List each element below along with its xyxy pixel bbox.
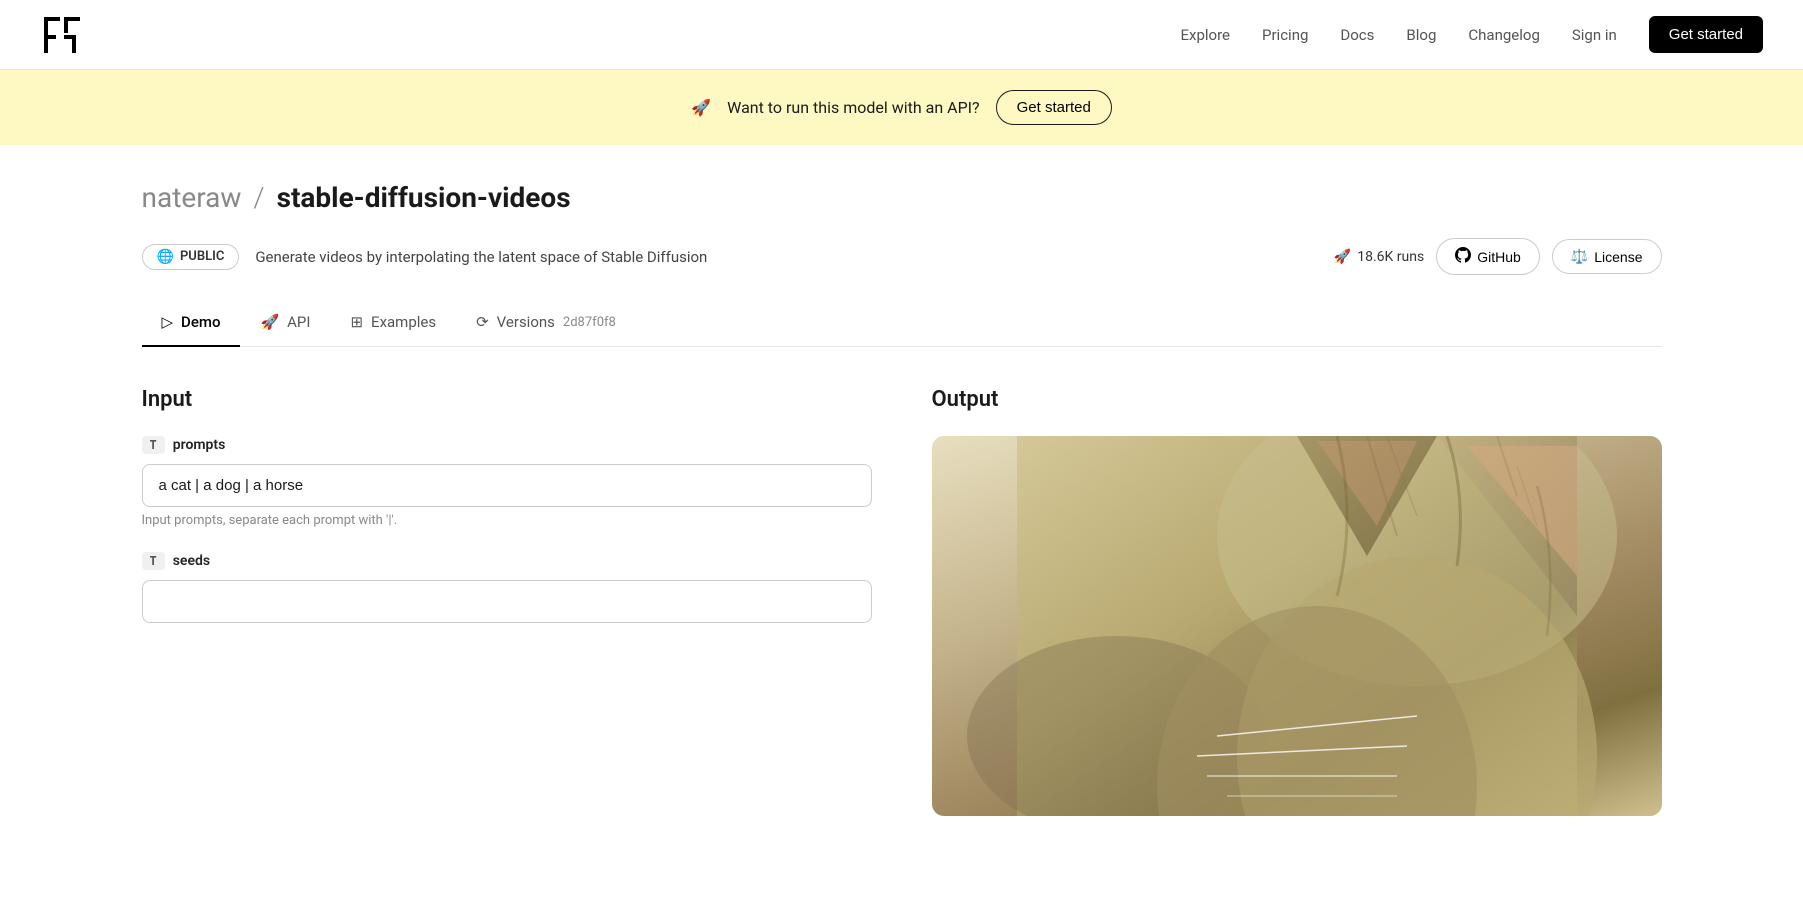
play-icon: ▷ [162,313,174,331]
scale-icon: ⚖️ [1571,248,1588,265]
api-banner: 🚀 Want to run this model with an API? Ge… [0,70,1803,145]
seeds-input[interactable] [142,580,872,623]
seeds-field-name: seeds [173,553,210,569]
output-column: Output [932,387,1662,816]
prompts-label-row: T prompts [142,436,872,454]
nav-links: Explore Pricing Docs Blog Changelog Sign… [1181,16,1764,53]
tab-demo[interactable]: ▷ Demo [142,299,241,347]
logo[interactable] [40,13,84,57]
license-button[interactable]: ⚖️ License [1552,239,1662,274]
content-area: Input T prompts Input prompts, separate … [142,347,1662,856]
runs-label: 18.6K runs [1357,249,1424,265]
model-meta: 🌐 PUBLIC Generate videos by interpolatin… [142,230,1662,299]
tab-examples[interactable]: ⊞ Examples [330,299,456,347]
main-content: nateraw / stable-diffusion-videos 🌐 PUBL… [102,145,1702,856]
rocket-icon: 🚀 [1334,249,1351,265]
github-button[interactable]: GitHub [1436,238,1540,275]
nav-pricing[interactable]: Pricing [1262,26,1308,44]
input-column: Input T prompts Input prompts, separate … [142,387,872,816]
tab-examples-label: Examples [371,313,436,331]
banner-get-started-button[interactable]: Get started [996,90,1112,125]
nav-get-started-button[interactable]: Get started [1649,16,1763,53]
api-icon: 🚀 [260,313,279,331]
github-icon [1455,247,1471,266]
grid-icon: ⊞ [350,313,363,331]
tab-versions-label: Versions [497,313,555,331]
navbar: Explore Pricing Docs Blog Changelog Sign… [0,0,1803,70]
runs-count: 🚀 18.6K runs [1334,249,1424,265]
tab-api[interactable]: 🚀 API [240,299,330,347]
output-title: Output [932,387,1662,412]
nav-explore[interactable]: Explore [1181,26,1231,44]
globe-icon: 🌐 [157,249,174,265]
clock-icon: ⟳ [476,313,489,331]
visibility-label: PUBLIC [180,249,224,264]
model-description: Generate videos by interpolating the lat… [255,248,707,266]
output-image-container [932,436,1662,816]
nav-signin[interactable]: Sign in [1572,26,1617,44]
nav-blog[interactable]: Blog [1406,26,1436,44]
banner-emoji: 🚀 [691,98,711,117]
seeds-type-badge: T [142,552,165,570]
seeds-label-row: T seeds [142,552,872,570]
tab-demo-label: Demo [181,313,220,331]
breadcrumb-separator: / [253,181,264,214]
input-title: Input [142,387,872,412]
tab-api-label: API [287,313,310,331]
tab-versions[interactable]: ⟳ Versions 2d87f0f8 [456,299,636,347]
seeds-field: T seeds [142,552,872,623]
breadcrumb: nateraw / stable-diffusion-videos [142,145,1662,230]
banner-text: Want to run this model with an API? [727,98,979,117]
github-label: GitHub [1477,249,1521,265]
model-meta-left: 🌐 PUBLIC Generate videos by interpolatin… [142,244,708,270]
prompts-hint: Input prompts, separate each prompt with… [142,513,872,528]
nav-docs[interactable]: Docs [1340,26,1374,44]
tabs: ▷ Demo 🚀 API ⊞ Examples ⟳ Versions 2d87f… [142,299,1662,347]
visibility-badge: 🌐 PUBLIC [142,244,240,270]
cat-output-image [932,436,1662,816]
model-meta-right: 🚀 18.6K runs GitHub ⚖️ License [1334,238,1662,275]
version-hash: 2d87f0f8 [563,315,616,330]
prompts-input[interactable] [142,464,872,507]
nav-changelog[interactable]: Changelog [1468,26,1539,44]
prompts-type-badge: T [142,436,165,454]
prompts-field-name: prompts [173,437,226,453]
breadcrumb-repo[interactable]: stable-diffusion-videos [277,181,571,214]
license-label: License [1594,249,1642,265]
breadcrumb-user[interactable]: nateraw [142,181,242,214]
prompts-field: T prompts Input prompts, separate each p… [142,436,872,528]
